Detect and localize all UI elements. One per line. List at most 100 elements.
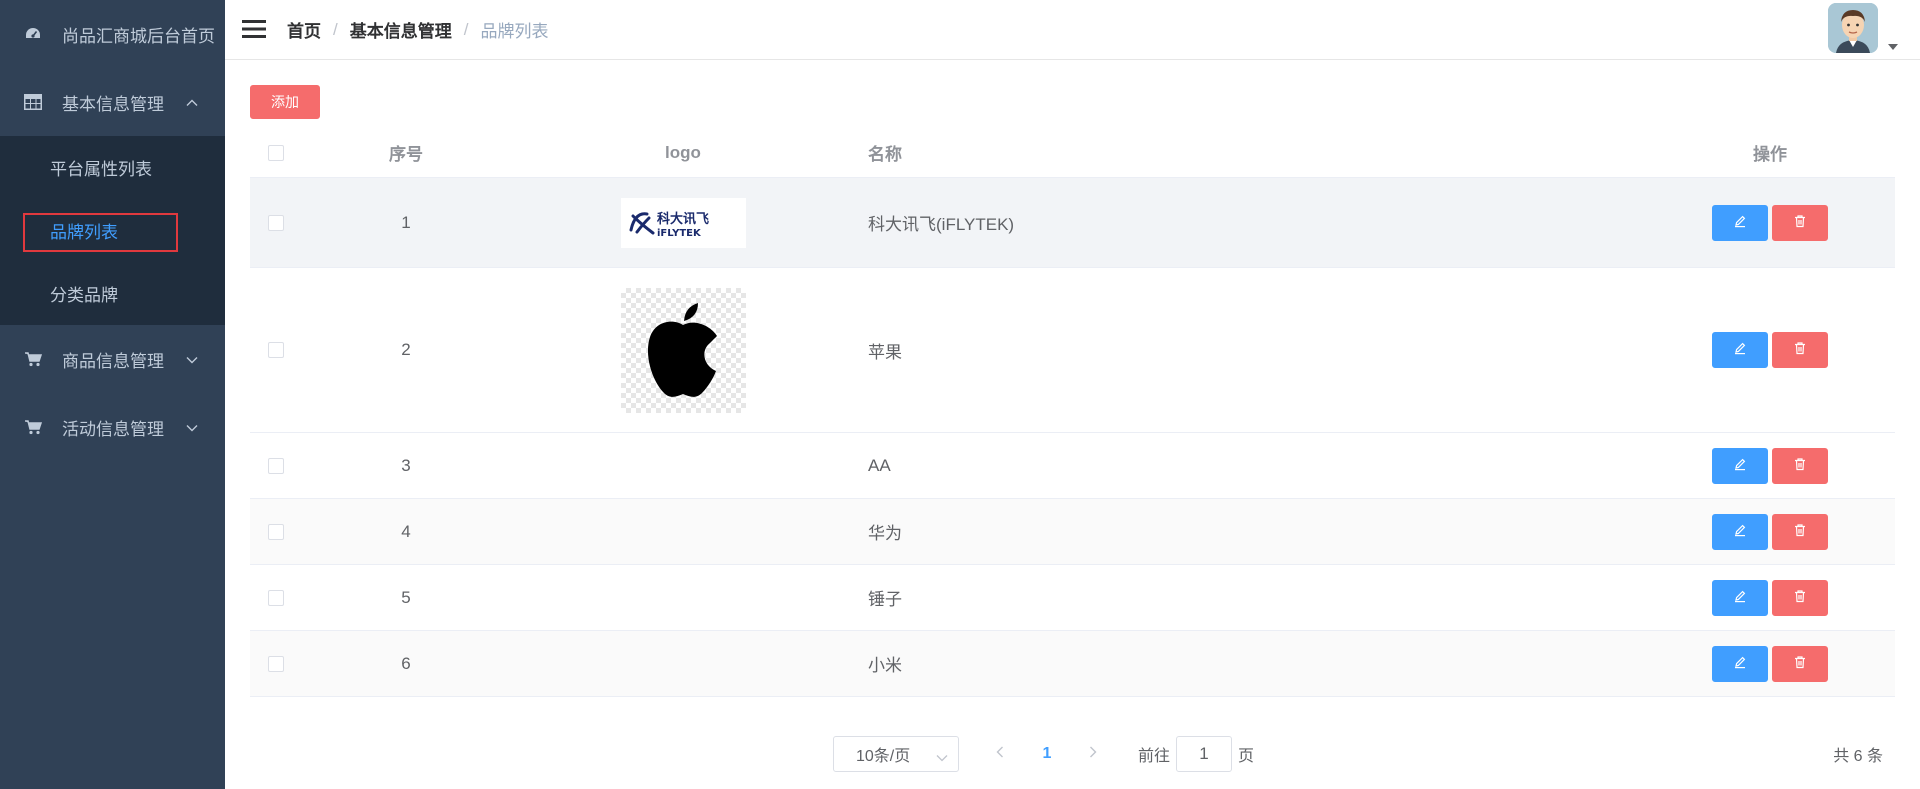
row-logo-cell: 科大讯飞 iFLYTEK (510, 178, 856, 267)
table-icon (24, 93, 42, 111)
sidebar-item-attr-list[interactable]: 平台属性列表 (0, 136, 225, 199)
row-checkbox-cell (250, 499, 302, 564)
navbar: 首页 / 基本信息管理 / 品牌列表 (225, 0, 1920, 60)
delete-icon (1793, 654, 1807, 674)
avatar[interactable] (1828, 3, 1878, 53)
row-actions (1640, 565, 1900, 630)
hamburger-icon[interactable] (240, 15, 268, 43)
chevron-down-icon (936, 750, 948, 768)
edit-icon (1733, 588, 1747, 608)
menu-item-product-info[interactable]: 商品信息管理 (0, 325, 225, 393)
row-checkbox[interactable] (268, 589, 284, 606)
delete-icon (1793, 340, 1807, 360)
delete-button[interactable] (1772, 645, 1828, 682)
row-actions (1640, 499, 1900, 564)
page-size-value: 10条/页 (856, 748, 911, 765)
breadcrumb: 首页 / 基本信息管理 / 品牌列表 (287, 17, 548, 42)
delete-icon (1793, 213, 1807, 233)
row-checkbox[interactable] (268, 523, 284, 540)
delete-button[interactable] (1772, 447, 1828, 484)
edit-button[interactable] (1712, 447, 1768, 484)
cart-icon (24, 350, 42, 368)
next-page-button[interactable] (1078, 736, 1108, 772)
edit-button[interactable] (1712, 645, 1768, 682)
sidebar: 尚品汇商城后台首页 基本信息管理 平台属性列表 品牌列表 分类品牌 商品信息管理 (0, 0, 225, 789)
menu-item-home[interactable]: 尚品汇商城后台首页 (0, 0, 225, 68)
edit-icon (1733, 456, 1747, 476)
row-logo-cell (510, 499, 856, 564)
sidebar-item-label: 平台属性列表 (50, 160, 152, 179)
row-index: 3 (401, 455, 411, 475)
header-checkbox-cell (250, 128, 302, 177)
delete-button[interactable] (1772, 332, 1828, 368)
chevron-up-icon (185, 95, 199, 109)
breadcrumb-basic-info[interactable]: 基本信息管理 (350, 17, 452, 42)
row-actions (1640, 268, 1900, 432)
table-row: 3 AA (250, 433, 1895, 499)
row-logo-cell (510, 631, 856, 696)
edit-button[interactable] (1712, 332, 1768, 368)
edit-icon (1733, 213, 1747, 233)
row-checkbox-cell (250, 268, 302, 432)
column-header-index: 序号 (389, 145, 423, 164)
apple-logo (620, 287, 746, 413)
delete-icon (1793, 456, 1807, 476)
menu-item-activity-info[interactable]: 活动信息管理 (0, 393, 225, 461)
edit-button[interactable] (1712, 204, 1768, 241)
row-checkbox[interactable] (268, 214, 284, 231)
row-index: 4 (401, 521, 411, 541)
goto-page-input[interactable] (1176, 736, 1233, 772)
menu-label-activity-info: 活动信息管理 (62, 419, 164, 439)
table-row: 6 小米 (250, 631, 1895, 697)
row-actions (1640, 433, 1900, 498)
row-checkbox[interactable] (268, 457, 284, 474)
row-index: 6 (401, 653, 411, 673)
menu-item-basic-info[interactable]: 基本信息管理 (0, 68, 225, 136)
table-row: 4 华为 (250, 499, 1895, 565)
caret-down-icon[interactable] (1888, 37, 1898, 50)
chevron-right-icon (1088, 745, 1098, 764)
brand-table: 序号 logo 名称 操作 1 科大讯飞 iFLYTEK 科大讯飞(iFLYTE… (250, 128, 1895, 697)
row-index: 1 (401, 212, 411, 232)
table-row: 1 科大讯飞 iFLYTEK 科大讯飞(iFLYTEK) (250, 178, 1895, 268)
delete-button[interactable] (1772, 579, 1828, 616)
row-index: 5 (401, 587, 411, 607)
sidebar-item-brand-list[interactable]: 品牌列表 (0, 199, 225, 262)
row-checkbox-cell (250, 631, 302, 696)
row-actions (1640, 178, 1900, 267)
total-count: 共 6 条 (1833, 748, 1883, 765)
column-header-logo: logo (665, 142, 701, 162)
prev-page-button[interactable] (985, 736, 1015, 772)
page-number-current[interactable]: 1 (1032, 736, 1062, 772)
breadcrumb-current: 品牌列表 (480, 22, 549, 41)
chevron-down-icon (185, 352, 199, 366)
sidebar-item-label: 分类品牌 (50, 286, 118, 305)
edit-button[interactable] (1712, 513, 1768, 550)
page-jumper: 前往 页 (1138, 736, 1254, 772)
goto-prefix: 前往 (1138, 748, 1171, 765)
row-checkbox-cell (250, 178, 302, 267)
row-checkbox[interactable] (268, 342, 284, 358)
row-actions (1640, 631, 1900, 696)
page-size-select[interactable]: 10条/页 (833, 736, 959, 772)
row-checkbox[interactable] (268, 655, 284, 672)
delete-button[interactable] (1772, 513, 1828, 550)
edit-icon (1733, 654, 1747, 674)
delete-button[interactable] (1772, 204, 1828, 241)
svg-text:科大讯飞: 科大讯飞 (657, 211, 709, 227)
row-index: 2 (401, 340, 411, 359)
breadcrumb-separator: / (333, 19, 338, 39)
row-checkbox-cell (250, 433, 302, 498)
delete-icon (1793, 588, 1807, 608)
row-checkbox-cell (250, 565, 302, 630)
sidebar-item-category-brand[interactable]: 分类品牌 (0, 262, 225, 325)
menu-label-home: 尚品汇商城后台首页 (62, 26, 215, 46)
select-all-checkbox[interactable] (268, 144, 284, 161)
svg-text:iFLYTEK: iFLYTEK (657, 228, 702, 239)
add-button[interactable]: 添加 (250, 85, 320, 119)
chevron-down-icon (185, 420, 199, 434)
edit-icon (1733, 340, 1747, 360)
breadcrumb-home[interactable]: 首页 (287, 17, 321, 42)
edit-button[interactable] (1712, 579, 1768, 616)
menu-label-product-info: 商品信息管理 (62, 351, 164, 371)
